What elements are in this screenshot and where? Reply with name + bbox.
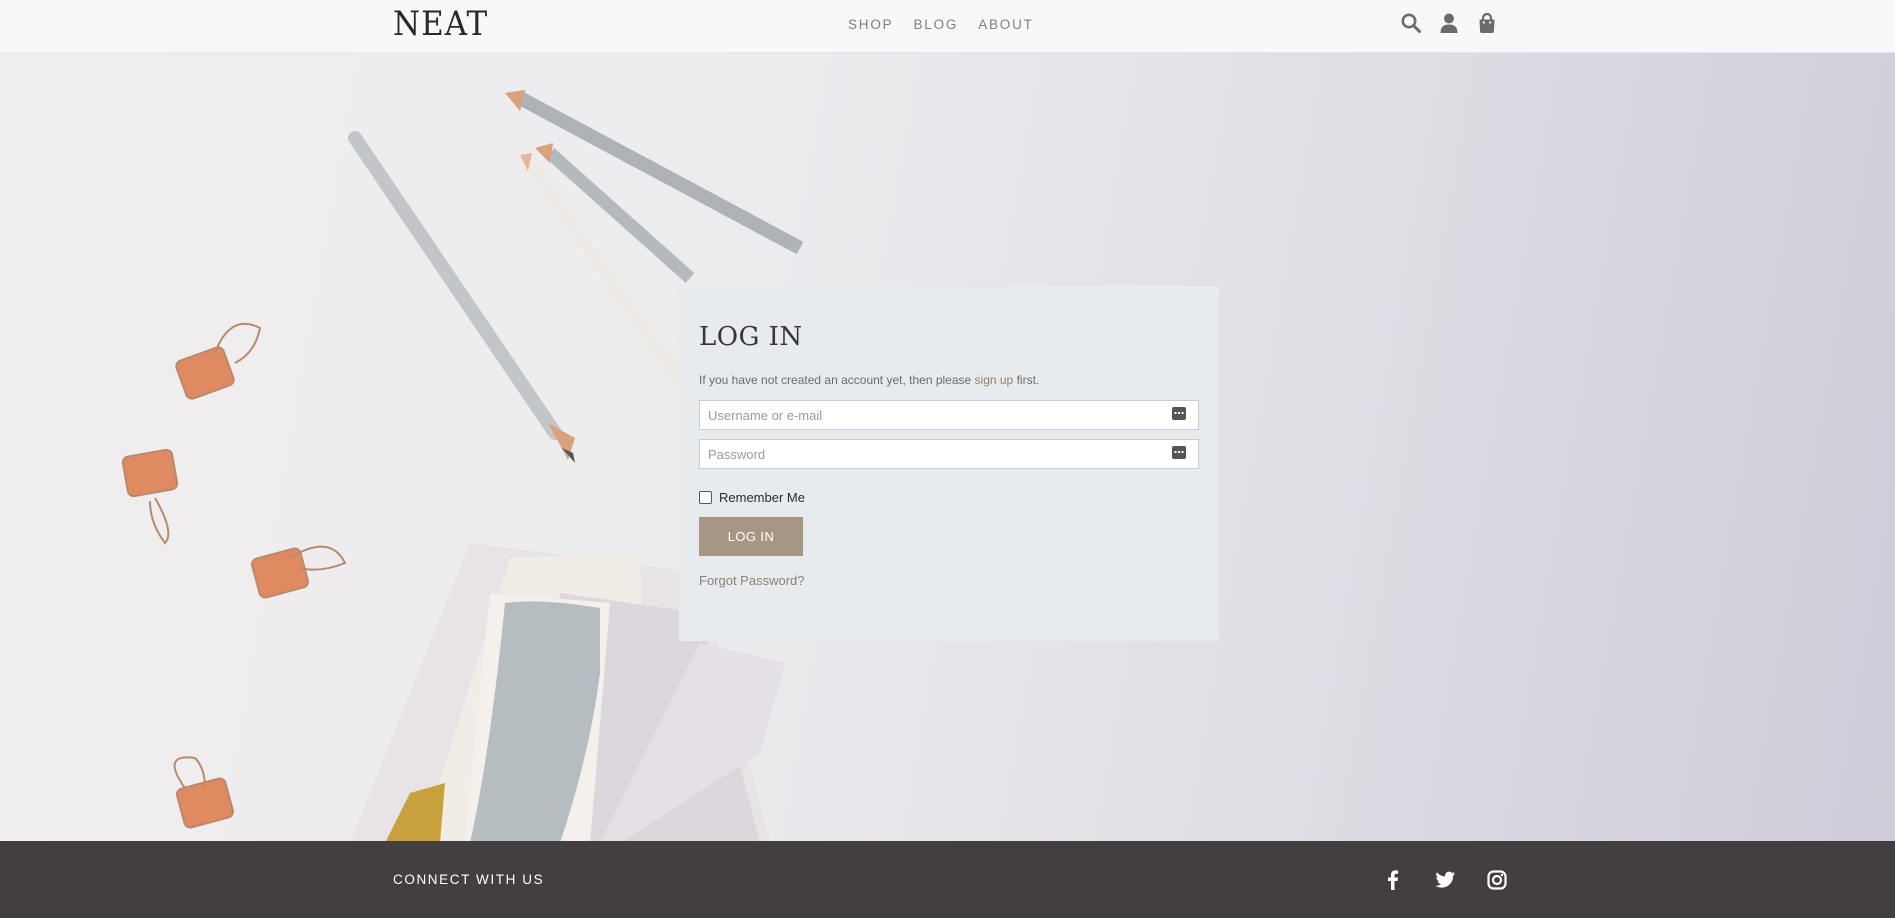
nav-blog[interactable]: BLOG: [913, 17, 958, 32]
main-nav: SHOP BLOG ABOUT: [848, 17, 1034, 32]
header-icons: [1400, 12, 1498, 34]
remember-me-row: Remember Me: [699, 490, 805, 505]
search-icon[interactable]: [1400, 12, 1422, 34]
login-title: LOG IN: [699, 322, 803, 352]
nav-about[interactable]: ABOUT: [978, 17, 1034, 32]
remember-me-checkbox[interactable]: [699, 491, 712, 504]
site-footer: CONNECT WITH US: [0, 841, 1895, 918]
password-field-wrapper: [699, 439, 1199, 469]
username-field-wrapper: [699, 400, 1199, 430]
facebook-icon[interactable]: [1382, 869, 1404, 891]
username-input[interactable]: [700, 401, 1160, 429]
hero-background: LOG IN If you have not created an accoun…: [0, 53, 1895, 841]
autofill-key-icon[interactable]: [1172, 446, 1186, 459]
social-links: [1382, 869, 1508, 891]
site-logo[interactable]: NEAT: [393, 5, 488, 44]
password-input[interactable]: [700, 440, 1160, 468]
shopping-bag-icon[interactable]: [1476, 12, 1498, 34]
connect-heading: CONNECT WITH US: [393, 872, 545, 887]
site-header: NEAT SHOP BLOG ABOUT: [0, 0, 1895, 53]
instagram-icon[interactable]: [1486, 869, 1508, 891]
signup-prompt-prefix: If you have not created an account yet, …: [699, 373, 972, 387]
signup-link[interactable]: sign up: [975, 373, 1014, 387]
forgot-password-link[interactable]: Forgot Password?: [699, 573, 805, 588]
login-button[interactable]: LOG IN: [699, 517, 803, 556]
signup-prompt: If you have not created an account yet, …: [699, 373, 1039, 387]
signup-prompt-suffix: first.: [1016, 373, 1040, 387]
remember-me-label[interactable]: Remember Me: [719, 490, 805, 505]
login-card: LOG IN If you have not created an accoun…: [679, 286, 1219, 641]
binder-clips: [121, 323, 347, 829]
nav-shop[interactable]: SHOP: [848, 17, 893, 32]
twitter-icon[interactable]: [1434, 869, 1456, 891]
user-icon[interactable]: [1438, 12, 1460, 34]
autofill-key-icon[interactable]: [1172, 407, 1186, 420]
